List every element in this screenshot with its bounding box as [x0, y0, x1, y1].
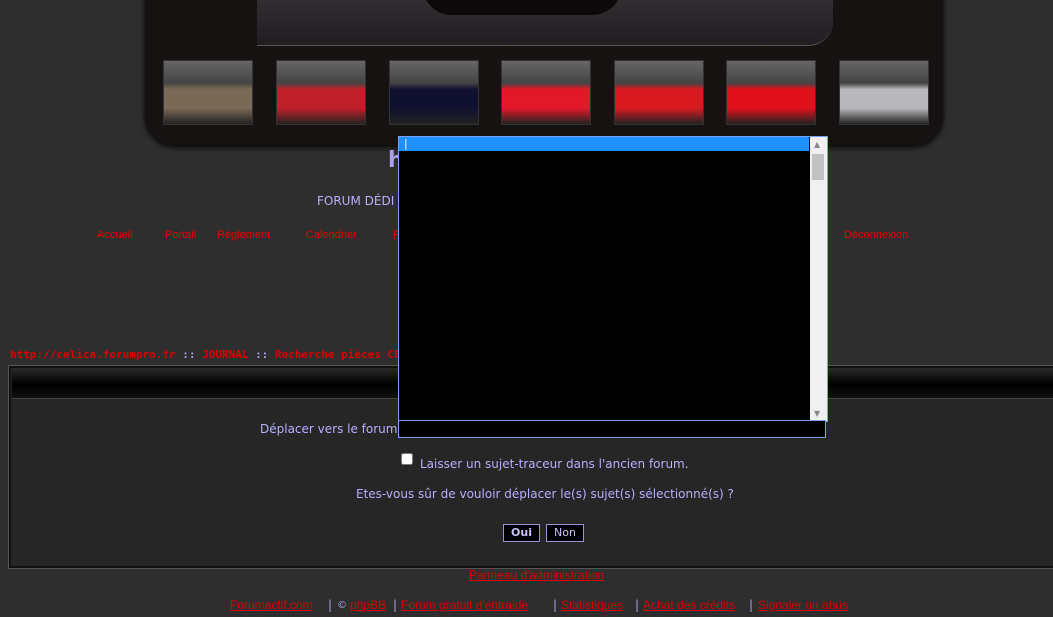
- site-subtitle: FORUM DÉDI: [317, 194, 395, 208]
- scroll-up-icon[interactable]: ▲: [814, 140, 820, 149]
- nav-calendrier[interactable]: Calendrier: [306, 229, 357, 241]
- scroll-down-icon[interactable]: ▼: [814, 409, 820, 418]
- footer-statistiques[interactable]: Statistiques: [561, 598, 623, 612]
- yes-button[interactable]: Oui: [503, 524, 540, 542]
- scrollbar-thumb[interactable]: [812, 154, 824, 180]
- thumbnail-celica-7[interactable]: [839, 60, 929, 125]
- hero-image: [257, 0, 833, 46]
- nav-deconnexion[interactable]: Déconnexion: [844, 229, 908, 241]
- leave-shadow-label: Laisser un sujet-traceur dans l'ancien f…: [420, 457, 689, 471]
- footer-phpbb[interactable]: phpBB: [350, 598, 386, 612]
- dropdown-scrollbar[interactable]: ▲ ▼: [810, 137, 827, 421]
- breadcrumb-home[interactable]: http://celica.forumpro.fr: [10, 348, 176, 361]
- breadcrumb: http://celica.forumpro.fr :: JOURNAL :: …: [10, 348, 421, 361]
- admin-panel-link[interactable]: Panneau d'administration: [469, 568, 604, 582]
- no-button[interactable]: Non: [546, 524, 584, 542]
- move-label: Déplacer vers le forum: [260, 422, 398, 436]
- footer-forumactif[interactable]: Forumactif.com: [230, 598, 313, 612]
- thumbnail-celica-6[interactable]: [726, 60, 816, 125]
- nav-portail[interactable]: Portail: [165, 229, 196, 241]
- forum-select[interactable]: [398, 420, 826, 438]
- breadcrumb-journal[interactable]: JOURNAL: [202, 348, 248, 361]
- leave-shadow-checkbox[interactable]: [401, 453, 413, 465]
- nav-reglement[interactable]: Réglement: [217, 229, 270, 241]
- thumbnail-celica-3[interactable]: [389, 60, 479, 125]
- dropdown-selected-option[interactable]: |: [399, 137, 809, 151]
- thumbnail-celica-5[interactable]: [614, 60, 704, 125]
- footer-achat[interactable]: Achat des crédits: [643, 598, 735, 612]
- confirm-text: Etes-vous sûr de vouloir déplacer le(s) …: [356, 487, 734, 501]
- copyright-icon: ©: [337, 600, 347, 611]
- footer-forum-gratuit[interactable]: Forum gratuit d'entraide: [401, 598, 528, 612]
- nav-accueil[interactable]: Accueil: [97, 229, 132, 241]
- forum-dropdown-list[interactable]: | ▲ ▼: [398, 136, 828, 422]
- thumbnail-celica-4[interactable]: [501, 60, 591, 125]
- footer-signaler[interactable]: Signaler un abus: [758, 598, 848, 612]
- thumbnail-celica-1[interactable]: [163, 60, 253, 125]
- thumbnail-celica-2[interactable]: [276, 60, 366, 125]
